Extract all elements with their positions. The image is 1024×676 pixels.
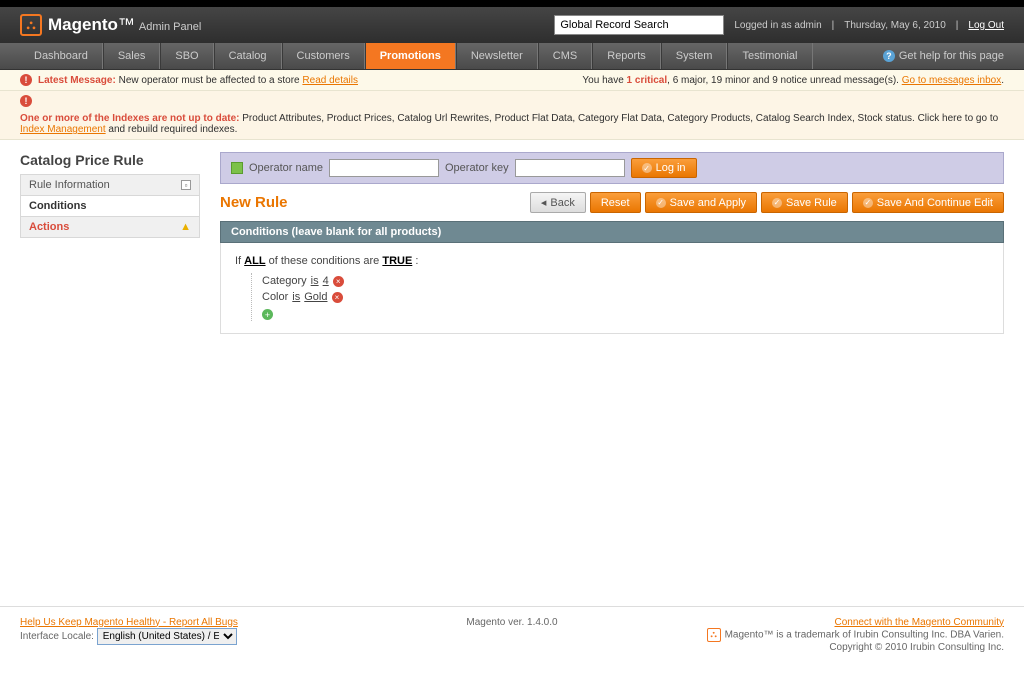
- save-continue-button[interactable]: ✓Save And Continue Edit: [852, 192, 1004, 213]
- latest-msg-label: Latest Message:: [38, 75, 116, 86]
- logged-in-label: Logged in as admin: [734, 20, 821, 31]
- sidebar-item-actions[interactable]: Actions ▲: [20, 216, 200, 238]
- operator-bar: Operator name Operator key ✓ Log in: [220, 152, 1004, 184]
- nav-item-sbo[interactable]: SBO: [160, 43, 213, 69]
- condition-root: If ALL of these conditions are TRUE :: [235, 255, 989, 267]
- logout-link[interactable]: Log Out: [968, 20, 1004, 31]
- collapse-icon: ▫: [181, 180, 191, 190]
- nav-item-newsletter[interactable]: Newsletter: [456, 43, 538, 69]
- value-link[interactable]: TRUE: [382, 255, 412, 267]
- magento-icon: ⛬: [20, 14, 42, 36]
- operator-key-input[interactable]: [515, 159, 625, 177]
- you-have-label: You have: [582, 75, 623, 86]
- index-msg-tail: and rebuild required indexes.: [108, 124, 237, 135]
- help-link[interactable]: ? Get help for this page: [883, 50, 1004, 62]
- community-link[interactable]: Connect with the Magento Community: [834, 617, 1004, 628]
- value-link[interactable]: Gold: [304, 291, 327, 303]
- add-condition-icon[interactable]: +: [262, 309, 273, 320]
- copyright-text: Copyright © 2010 Irubin Consulting Inc.: [829, 642, 1004, 653]
- login-label: Log in: [656, 162, 686, 174]
- sidebar-item-label: Rule Information: [29, 179, 110, 191]
- magento-icon: ⛬: [707, 628, 721, 642]
- sidebar-item-label: Conditions: [29, 200, 86, 212]
- nav-item-testimonial[interactable]: Testimonial: [727, 43, 812, 69]
- login-button[interactable]: ✓ Log in: [631, 158, 697, 178]
- save-rule-button[interactable]: ✓Save Rule: [761, 192, 848, 213]
- save-apply-button[interactable]: ✓Save and Apply: [645, 192, 757, 213]
- main-nav: DashboardSalesSBOCatalogCustomersPromoti…: [0, 43, 1024, 70]
- reset-button[interactable]: Reset: [590, 192, 641, 213]
- sidebar: Catalog Price Rule Rule Information ▫ Co…: [20, 152, 200, 237]
- back-icon: ◂: [541, 196, 547, 209]
- critical-count: 1 critical: [627, 75, 668, 86]
- remove-icon[interactable]: ×: [332, 292, 343, 303]
- operator-link[interactable]: is: [292, 291, 300, 303]
- panel-heading: Conditions (leave blank for all products…: [220, 221, 1004, 243]
- locale-select[interactable]: English (United States) / Englis: [97, 628, 237, 645]
- logo: ⛬ Magento™ Admin Panel: [20, 14, 201, 36]
- panel-label: Admin Panel: [139, 21, 201, 33]
- index-msg-label: One or more of the Indexes are not up to…: [20, 113, 239, 124]
- locale-label: Interface Locale:: [20, 631, 94, 642]
- nav-item-cms[interactable]: CMS: [538, 43, 592, 69]
- nav-item-sales[interactable]: Sales: [103, 43, 161, 69]
- header-date: Thursday, May 6, 2010: [844, 20, 946, 31]
- nav-item-customers[interactable]: Customers: [282, 43, 365, 69]
- help-icon: ?: [883, 50, 895, 62]
- divider: |: [956, 20, 959, 31]
- inbox-link[interactable]: Go to messages inbox: [902, 75, 1002, 86]
- divider: |: [832, 20, 835, 31]
- report-bugs-link[interactable]: Help Us Keep Magento Healthy - Report Al…: [20, 617, 238, 628]
- index-message-row: ! One or more of the Indexes are not up …: [0, 91, 1024, 140]
- condition-row: Color is Gold ×: [262, 289, 989, 305]
- warning-icon: !: [20, 95, 32, 107]
- nav-item-dashboard[interactable]: Dashboard: [20, 43, 103, 69]
- check-icon: ✓: [642, 163, 652, 173]
- value-link[interactable]: 4: [323, 275, 329, 287]
- operator-check-icon: [231, 162, 243, 174]
- condition-row: Category is 4 ×: [262, 273, 989, 289]
- help-label: Get help for this page: [899, 50, 1004, 62]
- brand-name: Magento: [48, 15, 118, 34]
- index-msg-text: Product Attributes, Product Prices, Cata…: [242, 113, 998, 124]
- check-icon: ✓: [772, 198, 782, 208]
- operator-key-label: Operator key: [445, 162, 509, 174]
- check-icon: ✓: [863, 198, 873, 208]
- version-label: Magento ver. 1.4.0.0: [466, 617, 557, 628]
- brand-tm: ™: [118, 15, 135, 34]
- nav-item-reports[interactable]: Reports: [592, 43, 661, 69]
- latest-msg-text: New operator must be affected to a store: [119, 75, 300, 86]
- page-title: New Rule: [220, 194, 288, 211]
- msg-counts: , 6 major, 19 minor and 9 notice unread …: [667, 75, 899, 86]
- aggregator-link[interactable]: ALL: [244, 255, 265, 267]
- trademark-text: Magento™ is a trademark of Irubin Consul…: [725, 629, 1004, 640]
- global-search-input[interactable]: [554, 15, 724, 35]
- nav-item-system[interactable]: System: [661, 43, 728, 69]
- operator-link[interactable]: is: [311, 275, 319, 287]
- conditions-panel: If ALL of these conditions are TRUE : Ca…: [220, 243, 1004, 334]
- check-icon: ✓: [656, 198, 666, 208]
- nav-item-catalog[interactable]: Catalog: [214, 43, 282, 69]
- sidebar-item-rule-info[interactable]: Rule Information ▫: [20, 174, 200, 196]
- operator-name-label: Operator name: [249, 162, 323, 174]
- sidebar-item-label: Actions: [29, 221, 69, 233]
- read-details-link[interactable]: Read details: [302, 75, 358, 86]
- remove-icon[interactable]: ×: [333, 276, 344, 287]
- operator-name-input[interactable]: [329, 159, 439, 177]
- warning-icon: !: [20, 74, 32, 86]
- header: ⛬ Magento™ Admin Panel Logged in as admin…: [0, 7, 1024, 43]
- back-button[interactable]: ◂Back: [530, 192, 586, 213]
- sidebar-title: Catalog Price Rule: [20, 152, 200, 168]
- warning-triangle-icon: ▲: [180, 221, 191, 233]
- index-mgmt-link[interactable]: Index Management: [20, 124, 106, 135]
- nav-item-promotions[interactable]: Promotions: [365, 43, 456, 69]
- footer: Help Us Keep Magento Healthy - Report Al…: [0, 606, 1024, 663]
- sidebar-item-conditions[interactable]: Conditions: [20, 195, 200, 217]
- latest-message-row: ! Latest Message: New operator must be a…: [0, 70, 1024, 91]
